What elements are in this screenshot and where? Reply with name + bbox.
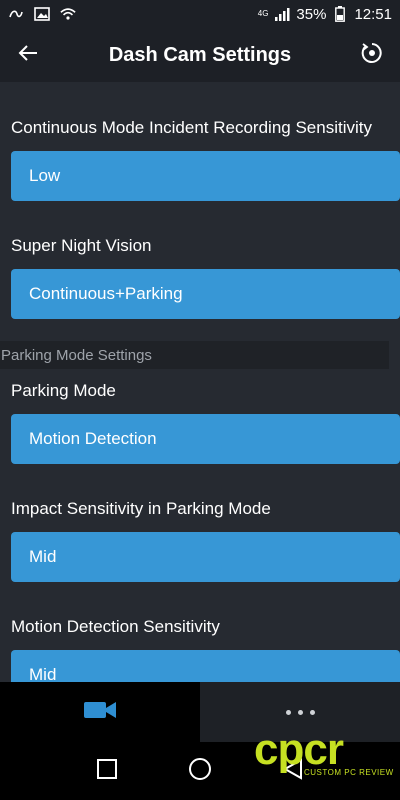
reset-icon <box>360 41 384 70</box>
clock: 12:51 <box>354 5 392 23</box>
signal-icon <box>274 7 290 21</box>
tab-camera[interactable] <box>0 682 200 742</box>
setting-label-parking-mode: Parking Mode <box>11 381 116 400</box>
watermark-subtitle: CUSTOM PC REVIEW <box>304 768 394 777</box>
page-title: Dash Cam Settings <box>108 43 292 66</box>
reset-button[interactable] <box>344 28 400 82</box>
square-icon <box>96 758 118 785</box>
link-icon <box>8 7 24 21</box>
setting-label-incident-sensitivity: Continuous Mode Incident Recording Sensi… <box>11 118 372 137</box>
setting-label-night-vision: Super Night Vision <box>11 236 152 255</box>
image-icon <box>34 7 50 21</box>
circle-icon <box>188 757 212 786</box>
app-bar: Dash Cam Settings <box>0 28 400 82</box>
setting-label-motion-sensitivity: Motion Detection Sensitivity <box>11 617 220 636</box>
battery-percent: 35% <box>296 5 327 23</box>
incident-sensitivity-select[interactable]: Low <box>11 151 400 201</box>
settings-list: Continuous Mode Incident Recording Sensi… <box>0 82 400 682</box>
back-button[interactable] <box>0 28 56 82</box>
home-button[interactable] <box>180 751 220 791</box>
setting-label-impact-sensitivity: Impact Sensitivity in Parking Mode <box>11 499 271 518</box>
more-dots-icon <box>285 709 315 715</box>
network-type: 4G <box>257 9 269 18</box>
battery-icon <box>332 6 348 22</box>
impact-sensitivity-select[interactable]: Mid <box>11 532 400 582</box>
wifi-icon <box>60 7 76 21</box>
recents-button[interactable] <box>87 751 127 791</box>
motion-sensitivity-select[interactable]: Mid <box>11 650 400 682</box>
night-vision-select[interactable]: Continuous+Parking <box>11 269 400 319</box>
watermark-logo: cpcr CUSTOM PC REVIEW <box>254 728 394 780</box>
status-bar: 4G 35% 12:51 <box>0 0 400 28</box>
video-camera-icon <box>83 700 117 725</box>
arrow-left-icon <box>17 44 39 67</box>
watermark-mark: cpcr <box>254 725 344 774</box>
section-header-parking: Parking Mode Settings <box>0 341 389 369</box>
parking-mode-select[interactable]: Motion Detection <box>11 414 400 464</box>
